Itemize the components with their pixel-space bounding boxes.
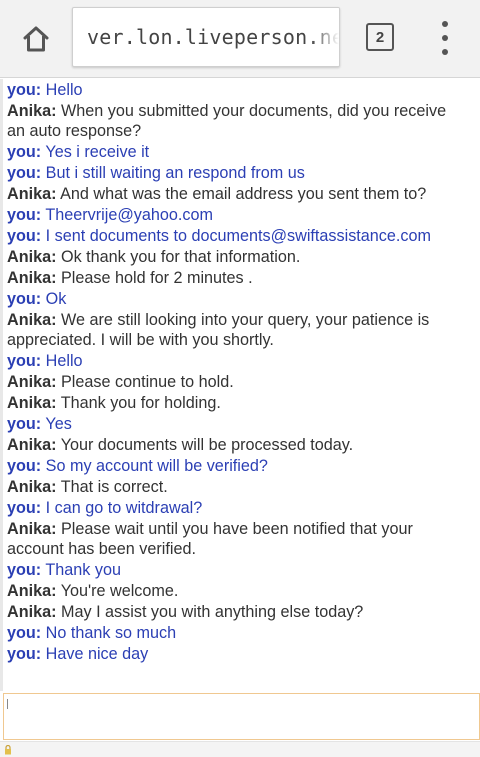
message-you: you: Yes i receive it — [7, 142, 466, 162]
message-agent: Anika: May I assist you with anything el… — [7, 602, 466, 622]
message-text: That is correct. — [60, 478, 168, 496]
message-text: Please hold for 2 minutes . — [60, 269, 253, 287]
message-agent: Anika: And what was the email address yo… — [7, 184, 466, 204]
message-you: you: But i still waiting an respond from… — [7, 163, 466, 183]
message-sender: Anika: — [7, 394, 57, 412]
message-agent: Anika: Thank you for holding. — [7, 393, 466, 413]
message-text: So my account will be verified? — [45, 457, 268, 475]
message-you: you: Have nice day — [7, 644, 466, 664]
message-text: Hello — [45, 352, 83, 370]
status-bar — [0, 741, 480, 757]
message-sender: you: — [7, 415, 42, 433]
message-text: Please wait until you have been notified… — [7, 520, 413, 558]
message-agent: Anika: Ok thank you for that information… — [7, 247, 466, 267]
message-sender: you: — [7, 624, 42, 642]
message-text: When you submitted your documents, did y… — [7, 102, 447, 140]
message-sender: you: — [7, 645, 42, 663]
message-text: And what was the email address you sent … — [60, 185, 427, 203]
message-text: Thank you for holding. — [60, 394, 221, 412]
lock-icon — [5, 745, 11, 755]
message-sender: you: — [7, 143, 42, 161]
message-sender: you: — [7, 164, 42, 182]
message-you: you: I can go to witdrawal? — [7, 498, 466, 518]
text-caret — [7, 699, 8, 709]
message-sender: you: — [7, 206, 42, 224]
chat-input[interactable] — [3, 693, 480, 740]
message-agent: Anika: We are still looking into your qu… — [7, 310, 466, 350]
message-you: you: Thank you — [7, 560, 466, 580]
menu-dot — [442, 49, 448, 55]
overflow-menu-icon — [442, 21, 448, 27]
message-agent: Anika: Your documents will be processed … — [7, 435, 466, 455]
message-you: you: No thank so much — [7, 623, 466, 643]
message-agent: Anika: When you submitted your documents… — [7, 101, 466, 141]
message-sender: Anika: — [7, 248, 57, 266]
message-text: But i still waiting an respond from us — [45, 164, 305, 182]
message-text: Your documents will be processed today. — [60, 436, 354, 454]
message-sender: Anika: — [7, 436, 57, 454]
message-agent: Anika: Please continue to hold. — [7, 372, 466, 392]
message-text: We are still looking into your query, yo… — [7, 311, 430, 349]
message-you: you: Theervrije@yahoo.com — [7, 205, 466, 225]
message-you: you: Hello — [7, 80, 466, 100]
message-you: you: Hello — [7, 351, 466, 371]
message-text: Thank you — [45, 561, 121, 579]
message-sender: Anika: — [7, 373, 57, 391]
message-text: Hello — [45, 81, 83, 99]
message-text: Yes — [45, 415, 72, 433]
message-agent: Anika: That is correct. — [7, 477, 466, 497]
message-sender: you: — [7, 352, 42, 370]
message-text: Ok thank you for that information. — [60, 248, 301, 266]
tab-switcher-button[interactable]: 2 — [366, 23, 394, 51]
overflow-menu-button[interactable] — [430, 18, 460, 58]
message-agent: Anika: Please hold for 2 minutes . — [7, 268, 466, 288]
message-you: you: So my account will be verified? — [7, 456, 466, 476]
message-text: I sent documents to documents@swiftassis… — [45, 227, 431, 245]
message-sender: you: — [7, 81, 42, 99]
url-fade — [311, 8, 339, 66]
message-sender: Anika: — [7, 185, 57, 203]
message-text: Yes i receive it — [45, 143, 150, 161]
message-you: you: Yes — [7, 414, 466, 434]
message-text: No thank so much — [45, 624, 177, 642]
message-sender: you: — [7, 290, 42, 308]
url-text: ver.lon.liveperson.net/ — [87, 25, 339, 49]
message-sender: Anika: — [7, 603, 57, 621]
message-sender: Anika: — [7, 582, 57, 600]
message-sender: you: — [7, 457, 42, 475]
message-you: you: Ok — [7, 289, 466, 309]
message-you: you: I sent documents to documents@swift… — [7, 226, 466, 246]
message-sender: Anika: — [7, 269, 57, 287]
address-bar[interactable]: ver.lon.liveperson.net/ — [72, 7, 340, 67]
message-text: May I assist you with anything else toda… — [60, 603, 364, 621]
message-sender: Anika: — [7, 311, 57, 329]
message-sender: you: — [7, 499, 42, 517]
home-icon — [23, 26, 49, 52]
message-text: Have nice day — [45, 645, 149, 663]
home-button[interactable] — [14, 19, 58, 59]
message-sender: Anika: — [7, 478, 57, 496]
chat-transcript[interactable]: you: Hello Anika: When you submitted your… — [0, 79, 480, 691]
browser-toolbar: ver.lon.liveperson.net/ 2 — [0, 0, 480, 78]
message-sender: Anika: — [7, 102, 57, 120]
message-text: Please continue to hold. — [60, 373, 234, 391]
menu-dot — [442, 35, 448, 41]
message-sender: you: — [7, 561, 42, 579]
message-sender: Anika: — [7, 520, 57, 538]
tab-count: 2 — [375, 28, 385, 46]
message-text: I can go to witdrawal? — [45, 499, 203, 517]
message-text: You're welcome. — [60, 582, 179, 600]
message-agent: Anika: Please wait until you have been n… — [7, 519, 466, 559]
message-agent: Anika: You're welcome. — [7, 581, 466, 601]
message-sender: you: — [7, 227, 42, 245]
message-text: Theervrije@yahoo.com — [45, 206, 213, 224]
message-text: Ok — [45, 290, 67, 308]
